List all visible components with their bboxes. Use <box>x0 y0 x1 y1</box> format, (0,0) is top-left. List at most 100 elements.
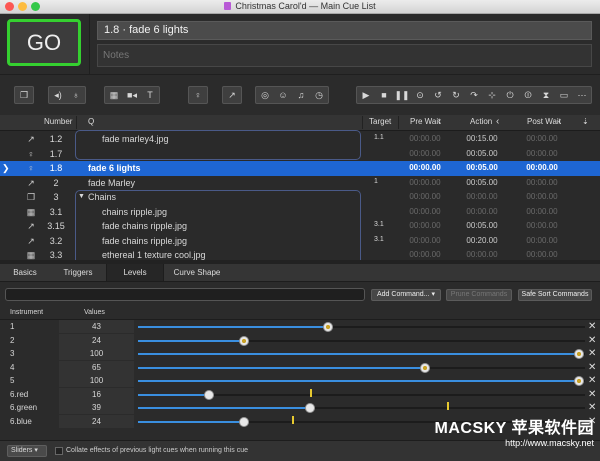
cue-action: 00:20.00 <box>466 235 498 245</box>
slider-knob[interactable] <box>574 376 584 386</box>
tab-basics[interactable]: Basics <box>0 264 50 281</box>
go-button[interactable]: GO <box>7 19 81 66</box>
column-pre-wait[interactable]: Pre Wait <box>410 117 440 126</box>
instrument-name[interactable]: 3 <box>10 349 14 358</box>
level-row: 3 100 ✕ <box>0 347 600 361</box>
level-value-field[interactable]: 16 <box>59 387 134 401</box>
music-icon[interactable]: ♫ <box>292 87 310 103</box>
slider-knob[interactable] <box>419 362 430 373</box>
window-title: Christmas Carol'd — Main Cue List <box>0 1 600 11</box>
collate-checkbox[interactable] <box>55 447 63 455</box>
audio-icon[interactable]: ◂) <box>49 87 67 103</box>
auto-continue-icon[interactable]: ⇣ <box>582 117 589 126</box>
cue-post-wait: 00:00.00 <box>526 250 558 259</box>
chevron-left-icon[interactable]: ‹ <box>496 116 499 127</box>
play-icon[interactable]: ▶ <box>357 87 375 103</box>
level-slider[interactable] <box>138 362 585 373</box>
add-command-button[interactable]: Add Command... ▾ <box>371 289 441 301</box>
remove-level-icon[interactable]: ✕ <box>588 335 596 346</box>
network-icon[interactable]: ◎ <box>256 87 274 103</box>
instrument-name[interactable]: 4 <box>10 363 14 372</box>
slider-fill <box>138 407 310 409</box>
remove-level-icon[interactable]: ✕ <box>588 402 596 413</box>
chevron-left-icon[interactable]: ‹ <box>438 116 441 127</box>
goto-icon[interactable]: ↷ <box>465 87 483 103</box>
prune-commands-button[interactable]: Prune Commands <box>446 289 512 301</box>
instrument-name[interactable]: 6.blue <box>10 417 32 426</box>
instrument-name[interactable]: 2 <box>10 336 14 345</box>
instrument-name[interactable]: 6.green <box>10 403 37 412</box>
timecode-icon[interactable]: ◷ <box>310 87 328 103</box>
remove-level-icon[interactable]: ✕ <box>588 375 596 386</box>
devamp-icon[interactable]: ↻ <box>447 87 465 103</box>
wait-icon[interactable]: ⧗ <box>537 87 555 103</box>
load-icon[interactable]: ⊙ <box>411 87 429 103</box>
cue-name-field[interactable]: 1.8 · fade 6 lights <box>97 21 592 40</box>
level-value-field[interactable]: 39 <box>59 401 134 414</box>
column-post-wait[interactable]: Post Wait <box>527 117 561 126</box>
column-number[interactable]: Number <box>44 117 72 126</box>
script-icon[interactable]: ⋯ <box>573 87 591 103</box>
level-value-field[interactable]: 100 <box>59 347 134 360</box>
slider-knob[interactable] <box>574 349 584 359</box>
level-slider[interactable] <box>138 376 585 386</box>
level-value-field[interactable]: 24 <box>59 414 134 428</box>
tab-curve-shape[interactable]: Curve Shape <box>162 264 232 281</box>
target-icon[interactable]: ⊹ <box>483 87 501 103</box>
remove-level-icon[interactable]: ✕ <box>588 362 596 373</box>
cue-number: 1.8 <box>49 163 63 173</box>
slider-knob[interactable] <box>304 403 315 413</box>
command-input[interactable] <box>5 288 365 301</box>
level-slider[interactable] <box>138 322 585 332</box>
inspector-tabs: Basics Triggers Levels Curve Shape <box>0 264 600 282</box>
notes-field[interactable]: Notes <box>97 44 592 67</box>
view-mode-select[interactable]: Sliders ▾ <box>7 445 47 457</box>
fade-icon[interactable]: ↗ <box>223 87 241 103</box>
reset-icon[interactable]: ↺ <box>429 87 447 103</box>
arm-icon[interactable]: ⏻ <box>501 87 519 103</box>
cue-action: 00:05.00 <box>466 177 498 187</box>
cue-pre-wait: 00:00.00 <box>409 163 441 172</box>
cue-row[interactable]: ♀ 1.8 fade 6 lights 00:00.00 00:05.00 00:00.0… <box>0 161 600 176</box>
instrument-name[interactable]: 6.red <box>10 390 28 399</box>
column-action[interactable]: Action <box>470 117 492 126</box>
group-icon[interactable]: ❐ <box>15 87 33 103</box>
slider-knob[interactable] <box>322 322 333 332</box>
level-slider[interactable] <box>138 388 585 400</box>
level-row: 1 43 ✕ <box>0 320 600 334</box>
column-target[interactable]: Target <box>369 117 391 126</box>
level-slider[interactable] <box>138 402 585 413</box>
column-q[interactable]: Q <box>88 117 94 126</box>
remove-level-icon[interactable]: ✕ <box>588 348 596 359</box>
remove-level-icon[interactable]: ✕ <box>588 389 596 400</box>
memo-icon[interactable]: ▭ <box>555 87 573 103</box>
slider-knob[interactable] <box>238 335 249 346</box>
slider-knob[interactable] <box>203 389 214 400</box>
level-value-field[interactable]: 24 <box>59 333 134 347</box>
instrument-name[interactable]: 1 <box>10 322 14 331</box>
level-slider[interactable] <box>138 335 585 346</box>
level-value-field[interactable]: 65 <box>59 360 134 374</box>
chevron-down-icon: ▾ <box>431 291 435 298</box>
light-icon[interactable]: ♀ <box>189 87 207 103</box>
text-icon[interactable]: T <box>141 87 159 103</box>
tab-levels[interactable]: Levels <box>106 264 164 281</box>
chevron-left-icon[interactable]: ‹ <box>558 116 561 127</box>
remove-level-icon[interactable]: ✕ <box>588 321 596 332</box>
mic-icon[interactable]: ♁ <box>67 87 85 103</box>
level-slider[interactable] <box>138 349 585 359</box>
slider-knob[interactable] <box>238 416 249 427</box>
instrument-name[interactable]: 5 <box>10 376 14 385</box>
safe-sort-commands-button[interactable]: Safe Sort Commands <box>518 289 592 301</box>
stop-icon[interactable]: ■ <box>375 87 393 103</box>
level-value-field[interactable]: 43 <box>59 320 134 333</box>
cue-row[interactable]: ↗ 2 fade Marley 1 00:00.00 00:05.00 00:00.00 <box>0 176 600 191</box>
tab-triggers[interactable]: Triggers <box>50 264 106 281</box>
midi-icon[interactable]: ☺ <box>274 87 292 103</box>
disarm-icon[interactable]: ⏼ <box>519 87 537 103</box>
camera-icon[interactable]: ■◂ <box>123 87 141 103</box>
video-icon[interactable]: ▦ <box>105 87 123 103</box>
pause-icon[interactable]: ❚❚ <box>393 87 411 103</box>
toolbar-group: ▶ ■ ❚❚ ⊙ ↺ ↻ ↷ ⊹ ⏻ ⏼ ⧗ ▭ ⋯ <box>356 86 592 104</box>
level-value-field[interactable]: 100 <box>59 374 134 387</box>
